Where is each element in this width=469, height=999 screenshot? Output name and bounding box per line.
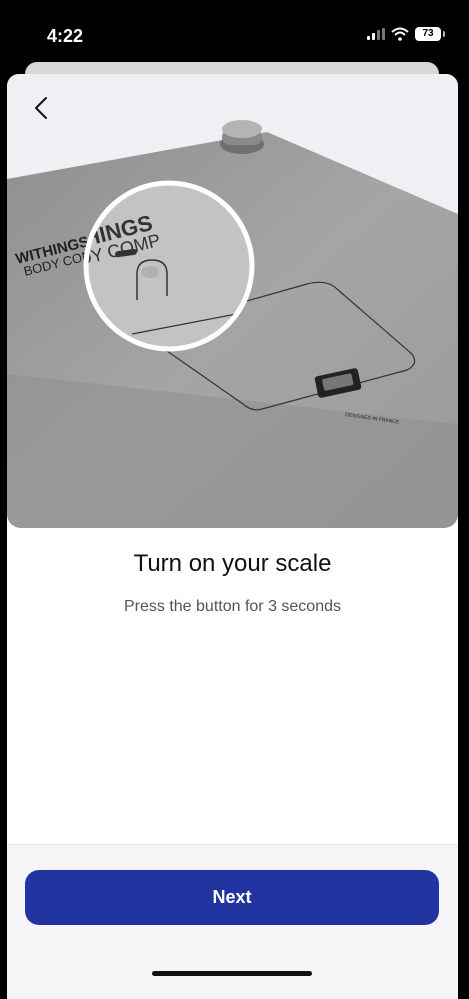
home-indicator — [152, 971, 312, 976]
back-button[interactable] — [27, 92, 55, 124]
page-title: Turn on your scale — [133, 550, 332, 577]
next-button[interactable]: Next — [25, 870, 439, 925]
scale-illustration: DESIGNED IN FRANCE WITHINGS BODY COMP WI… — [7, 74, 458, 528]
wifi-icon — [391, 27, 409, 41]
bottom-action-area: Next — [7, 844, 458, 999]
status-icons: 73 — [367, 27, 445, 41]
cellular-signal-icon — [367, 28, 385, 40]
onboarding-sheet: DESIGNED IN FRANCE WITHINGS BODY COMP WI… — [7, 74, 458, 999]
battery-icon: 73 — [415, 27, 445, 41]
page-subtitle: Press the button for 3 seconds — [123, 598, 341, 615]
status-time: 4:22 — [47, 26, 84, 46]
chevron-left-icon — [35, 97, 47, 119]
scale-image: DESIGNED IN FRANCE WITHINGS BODY COMP WI… — [7, 74, 458, 528]
